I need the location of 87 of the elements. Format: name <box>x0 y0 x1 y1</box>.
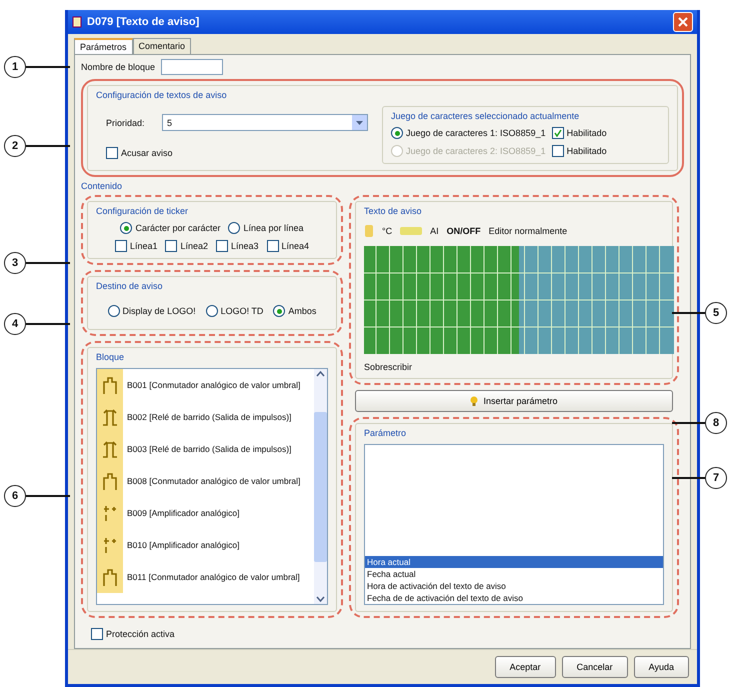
close-icon <box>678 17 688 27</box>
group-title: Configuración de ticker <box>96 206 190 216</box>
leader-line <box>26 66 70 68</box>
dialog-button[interactable]: Aceptar <box>494 656 556 678</box>
group-title: Destino de aviso <box>96 281 164 291</box>
dialog-button[interactable]: Cancelar <box>562 656 628 678</box>
line-option[interactable]: Línea4 <box>266 240 310 252</box>
radio-option[interactable]: Línea por línea <box>228 222 304 234</box>
threshold-icon <box>102 470 118 492</box>
field-label: Nombre de bloque <box>81 62 156 72</box>
list-item[interactable]: Hora de activación del texto de aviso <box>365 580 663 592</box>
radio-option[interactable]: LOGO! TD <box>206 305 264 317</box>
block-item[interactable]: B008 [Conmutador analógico de valor umbral] <box>127 476 300 486</box>
checkmark-icon <box>554 129 562 137</box>
callout-marker: 8 <box>705 412 727 434</box>
insert-parameter-button[interactable]: Insertar parámetro <box>355 390 673 412</box>
leader-line <box>672 422 705 424</box>
lightbulb-icon <box>470 396 478 406</box>
document-icon <box>72 16 82 28</box>
scrollbar[interactable] <box>314 369 327 604</box>
dropdown[interactable]: 5 <box>162 114 368 131</box>
radio-option[interactable]: Juego de caracteres 1: ISO8859_1 <box>391 127 546 139</box>
scroll-down-icon[interactable] <box>314 594 327 604</box>
block-item[interactable]: B001 [Conmutador analógico de valor umbral] <box>127 380 300 390</box>
list-item[interactable]: Fecha de de activación del texto de aviso <box>365 592 663 604</box>
checkbox[interactable] <box>216 240 228 252</box>
list-item[interactable]: Hora actual <box>365 556 663 568</box>
leader-line <box>26 145 70 147</box>
line-option[interactable]: Línea3 <box>216 240 259 252</box>
caret-icon <box>356 120 363 124</box>
radio-option[interactable]: Display de LOGO! <box>108 305 196 317</box>
section-title: Contenido <box>81 181 124 191</box>
amplifier-icon <box>103 535 117 555</box>
leader-line <box>26 323 70 325</box>
toolbar-item[interactable]: Editor normalmente <box>488 226 568 236</box>
tab[interactable]: Comentario <box>132 38 192 54</box>
close-button[interactable] <box>673 12 693 32</box>
block-item[interactable]: B003 [Relé de barrido (Salida de impulsos)] <box>127 444 292 454</box>
field-label: Prioridad: <box>106 118 146 128</box>
callout-marker: 1 <box>4 56 26 78</box>
callout-marker: 2 <box>4 135 26 157</box>
group-title: Juego de caracteres seleccionado actualmente <box>391 111 580 121</box>
callout-marker: 3 <box>4 252 26 274</box>
input-field[interactable] <box>161 59 224 75</box>
scroll-up-icon[interactable] <box>314 369 327 379</box>
checkbox[interactable] <box>165 240 178 252</box>
checkbox[interactable] <box>91 628 103 640</box>
line-option[interactable]: Línea1 <box>114 240 158 252</box>
block-item[interactable]: B011 [Conmutador analógico de valor umbral] <box>127 572 300 582</box>
acknowledge-option[interactable]: Acusar aviso <box>106 147 368 159</box>
threshold-icon <box>102 566 118 588</box>
leader-line <box>672 312 705 314</box>
radio-option[interactable]: Carácter por carácter <box>120 222 220 234</box>
tab[interactable]: Parámetros <box>74 38 133 54</box>
block-item[interactable]: B002 [Relé de barrido (Salida de impulsos)] <box>127 412 292 422</box>
toolbar-item[interactable]: AI <box>430 226 439 236</box>
window-title: D079 [Texto de aviso] <box>87 16 200 28</box>
group-title: Parámetro <box>364 428 408 438</box>
pulse-icon <box>101 439 119 459</box>
threshold-icon <box>102 374 118 396</box>
pulse-icon <box>101 407 119 427</box>
callout-marker: 4 <box>4 313 26 335</box>
group-title: Bloque <box>96 352 126 362</box>
amplifier-icon <box>103 503 117 523</box>
checkbox[interactable] <box>266 240 279 252</box>
checkbox[interactable] <box>552 127 564 139</box>
toolbar-item[interactable]: °C <box>382 226 392 236</box>
group-title: Configuración de textos de aviso <box>96 90 228 100</box>
group-title: Texto de aviso <box>364 206 423 216</box>
callout-marker: 6 <box>4 485 26 507</box>
line-option[interactable]: Línea2 <box>165 240 208 252</box>
protection-option[interactable]: Protección activa <box>81 622 684 644</box>
checkbox[interactable] <box>114 240 127 252</box>
enabled-option[interactable]: Habilitado <box>552 127 607 139</box>
callout-marker: 7 <box>705 467 727 489</box>
checkbox[interactable] <box>106 147 118 159</box>
toolbar-item[interactable]: ON/OFF <box>446 226 481 236</box>
leader-line <box>26 495 70 497</box>
list-item[interactable]: Fecha actual <box>365 568 663 580</box>
callout-marker: 5 <box>705 302 727 324</box>
dialog-button[interactable]: Ayuda <box>634 656 689 678</box>
radio-option[interactable]: Ambos <box>273 305 316 317</box>
block-item[interactable]: B009 [Amplificador analógico] <box>127 508 240 518</box>
leader-line <box>26 262 70 264</box>
block-item[interactable]: B010 [Amplificador analógico] <box>127 540 240 550</box>
leader-line <box>672 477 705 479</box>
mode-label: Sobrescribir <box>364 362 414 372</box>
